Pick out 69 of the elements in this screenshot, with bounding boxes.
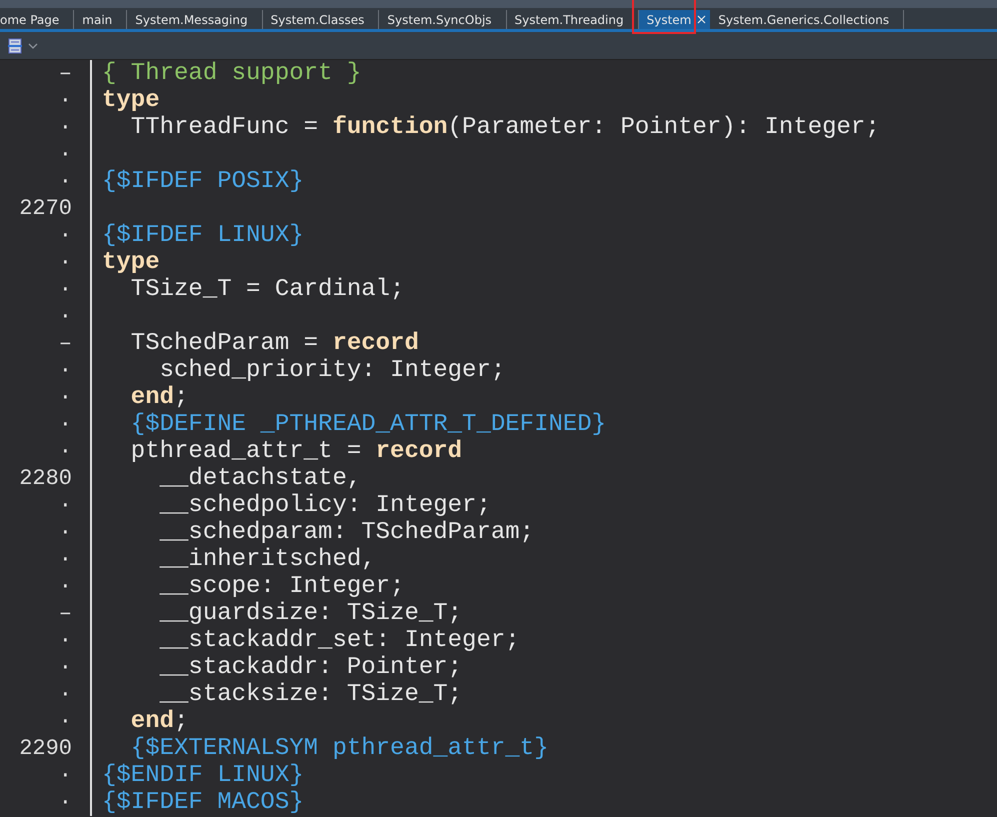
dropdown-icon[interactable] xyxy=(28,42,38,48)
code-token: record xyxy=(376,438,462,465)
line-number: · xyxy=(58,88,72,113)
code-token: end xyxy=(130,708,174,735)
line-number: · xyxy=(58,763,72,788)
line-number: · xyxy=(58,493,72,518)
file-tab[interactable]: System xyxy=(638,10,710,29)
code-token: type xyxy=(102,87,160,114)
document-icon[interactable] xyxy=(8,38,22,54)
code-token: {$ENDIF LINUX} xyxy=(102,762,304,789)
code-token: type xyxy=(102,249,160,276)
code-token: ; xyxy=(174,708,188,735)
line-number: · xyxy=(58,682,72,707)
code-token: {$IFDEF MACOS} xyxy=(102,789,304,816)
file-tab[interactable]: System.Generics.Collections xyxy=(710,10,904,29)
line-number: · xyxy=(58,655,72,680)
line-number: – xyxy=(58,61,72,86)
line-number: – xyxy=(58,331,72,356)
code-token: __guardsize: TSize_T; xyxy=(158,600,462,627)
code-token: (Parameter: Pointer): Integer; xyxy=(448,114,880,141)
line-number: · xyxy=(58,439,72,464)
line-number: · xyxy=(58,790,72,815)
code-token: pthread_attr_t = xyxy=(130,438,362,465)
line-number: · xyxy=(58,223,72,248)
line-number: · xyxy=(58,115,72,140)
code-token: {$DEFINE _PTHREAD_ATTR_T_DEFINED} xyxy=(130,411,606,438)
line-number: · xyxy=(58,628,72,653)
code-token: __stackaddr_set: Integer; xyxy=(158,627,520,654)
code-token: {$IFDEF LINUX} xyxy=(102,222,304,249)
line-number: · xyxy=(58,169,72,194)
line-number: · xyxy=(58,520,72,545)
file-tab[interactable]: ome Page xyxy=(0,10,74,29)
file-tab[interactable]: main xyxy=(74,10,128,29)
file-tab[interactable]: System.Classes xyxy=(262,10,380,29)
line-number: · xyxy=(58,277,72,302)
code-token: __scope: Integer; xyxy=(158,573,404,600)
code-token: __detachstate, xyxy=(158,465,362,492)
line-number: 2270 xyxy=(19,196,72,221)
code-token: TSize_T = Cardinal; xyxy=(130,276,404,303)
code-token: function xyxy=(332,114,448,141)
line-number: – xyxy=(58,601,72,626)
code-token: {$IFDEF POSIX} xyxy=(102,168,304,195)
line-number: · xyxy=(58,412,72,437)
code-token: record xyxy=(332,330,419,357)
code-token: __stackaddr: Pointer; xyxy=(158,654,462,681)
code-token: __schedpolicy: Integer; xyxy=(158,492,491,519)
line-number: · xyxy=(58,709,72,734)
file-tab[interactable]: System.Messaging xyxy=(127,10,263,29)
code-token: sched_priority: Integer; xyxy=(158,357,506,384)
file-tab[interactable]: System.SyncObjs xyxy=(379,10,507,29)
code-token: __schedparam: TSchedParam; xyxy=(158,519,534,546)
code-token: ; xyxy=(174,384,188,411)
code-token: {$EXTERNALSYM pthread_attr_t} xyxy=(130,735,548,762)
line-number: 2290 xyxy=(19,736,72,761)
code-token: __stacksize: TSize_T; xyxy=(158,681,462,708)
line-number: · xyxy=(58,574,72,599)
line-number: · xyxy=(58,358,72,383)
line-number: · xyxy=(58,142,72,167)
line-number: 2280 xyxy=(19,466,72,491)
line-number: · xyxy=(58,547,72,572)
code-token: TThreadFunc = xyxy=(130,114,320,141)
line-number: · xyxy=(58,250,72,275)
line-number: · xyxy=(58,304,72,329)
code-token: TSchedParam = xyxy=(130,330,320,357)
close-icon[interactable] xyxy=(697,15,706,24)
code-token: __inheritsched, xyxy=(158,546,376,573)
code-token: { Thread support } xyxy=(102,60,362,87)
line-number: · xyxy=(58,385,72,410)
code-token: end xyxy=(130,384,174,411)
